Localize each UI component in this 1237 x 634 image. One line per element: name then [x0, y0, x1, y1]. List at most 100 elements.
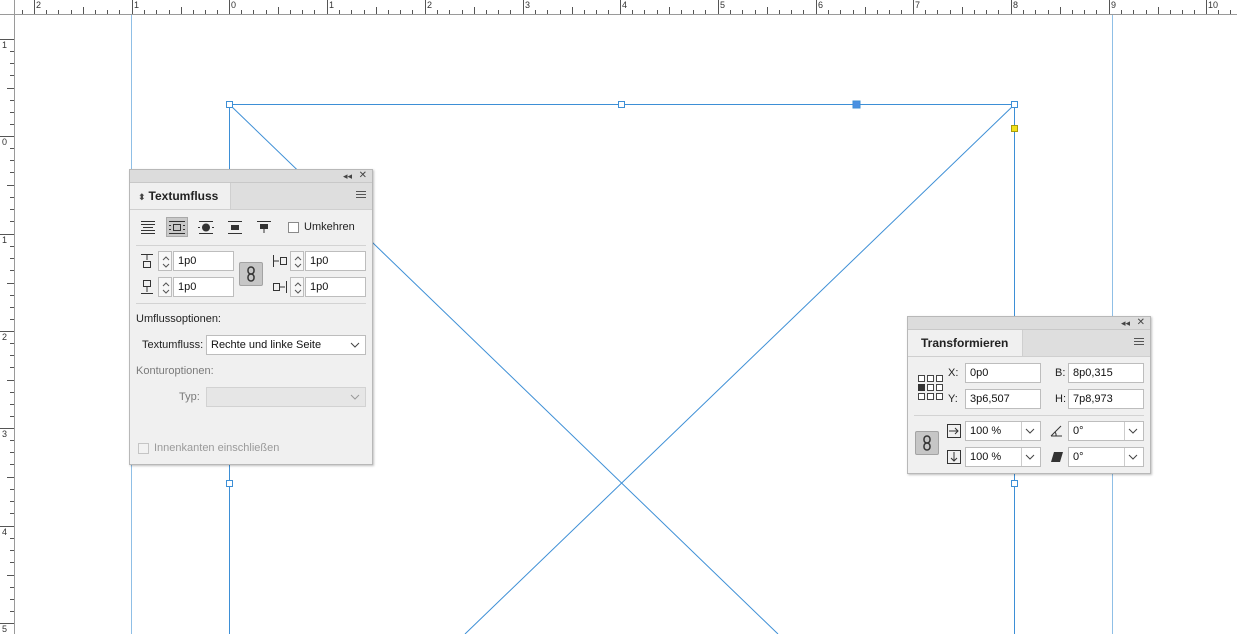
make-all-settings-same-button[interactable]: [239, 262, 263, 286]
ruler-minor-tick: [10, 513, 14, 514]
expand-collapse-icon[interactable]: ⬍: [138, 192, 146, 202]
ruler-minor-tick: [10, 307, 14, 308]
jump-to-next-column-button[interactable]: [253, 217, 275, 237]
bottom-offset-field[interactable]: 1p0: [173, 277, 234, 297]
ruler-major-tick: [1206, 0, 1207, 14]
left-offset-field[interactable]: 1p0: [305, 251, 366, 271]
right-offset-stepper[interactable]: [290, 277, 304, 297]
ruler-minor-tick: [83, 7, 84, 14]
ruler-major-tick: [327, 0, 328, 14]
type-label: Typ:: [179, 391, 200, 403]
chevron-down-icon: [350, 394, 360, 400]
double-left-arrow-icon[interactable]: ◂◂: [343, 170, 352, 182]
include-inside-edges-checkbox[interactable]: [138, 443, 149, 454]
ruler-minor-tick: [10, 75, 14, 76]
invert-checkbox[interactable]: [288, 222, 299, 233]
no-wrap-button[interactable]: [137, 217, 159, 237]
content-grabber-handle[interactable]: [852, 100, 861, 109]
ruler-minor-tick: [266, 10, 267, 14]
ruler-label: 3: [2, 429, 8, 439]
ruler-minor-tick: [1060, 7, 1061, 14]
ruler-minor-tick: [7, 380, 14, 381]
vertical-ruler[interactable]: 1 0 1 2 3 4 5: [0, 14, 15, 634]
ruler-minor-tick: [278, 7, 279, 14]
ruler-origin[interactable]: [0, 0, 15, 15]
constrain-proportions-button[interactable]: [915, 431, 939, 455]
reference-point-grid[interactable]: [918, 375, 944, 401]
jump-object-button[interactable]: [224, 217, 246, 237]
ruler-minor-tick: [840, 10, 841, 14]
panel-titlebar[interactable]: ◂◂ ✕: [130, 170, 372, 183]
ruler-minor-tick: [657, 10, 658, 14]
ruler-minor-tick: [1072, 10, 1073, 14]
ruler-label: 3: [525, 0, 531, 10]
bottom-offset-stepper[interactable]: [158, 277, 172, 297]
handle-top-left: [226, 101, 233, 108]
ruler-minor-tick: [10, 416, 14, 417]
ruler-minor-tick: [865, 7, 866, 14]
panel-titlebar[interactable]: ◂◂ ✕: [908, 317, 1150, 330]
tab-textwrap[interactable]: ⬍ Textumfluss: [130, 183, 232, 209]
top-offset-field[interactable]: 1p0: [173, 251, 234, 271]
ruler-minor-tick: [58, 10, 59, 14]
chevron-down-icon: [1025, 428, 1035, 434]
tab-transform[interactable]: Transformieren: [908, 330, 1024, 356]
wrap-around-bounding-box-button[interactable]: [166, 217, 188, 237]
height-field[interactable]: 7p8,973: [1068, 389, 1144, 409]
ruler-minor-tick: [290, 10, 291, 14]
ruler-minor-tick: [1035, 10, 1036, 14]
scale-x-dropdown[interactable]: 100 %: [965, 421, 1041, 441]
width-field[interactable]: 8p0,315: [1068, 363, 1144, 383]
live-corner-handle[interactable]: [1011, 125, 1018, 132]
ruler-minor-tick: [10, 599, 14, 600]
ruler-minor-tick: [1133, 10, 1134, 14]
ruler-minor-tick: [10, 112, 14, 113]
reference-point-icon[interactable]: [918, 375, 944, 401]
rotation-dropdown[interactable]: 0°: [1068, 421, 1144, 441]
ruler-major-tick: [425, 0, 426, 14]
close-icon[interactable]: ✕: [359, 170, 367, 182]
panel-menu-icon[interactable]: [1134, 338, 1144, 346]
left-offset-stepper[interactable]: [290, 251, 304, 271]
chevron-down-icon: [1025, 454, 1035, 460]
panel-menu-icon[interactable]: [356, 191, 366, 199]
ruler-minor-tick: [10, 100, 14, 101]
top-offset-stepper[interactable]: [158, 251, 172, 271]
include-inside-edges-label: Innenkanten einschließen: [154, 442, 280, 454]
ruler-minor-tick: [937, 10, 938, 14]
ruler-minor-tick: [560, 10, 561, 14]
ruler-label: 2: [427, 0, 433, 10]
ruler-label: 5: [720, 0, 726, 10]
scale-y-dropdown[interactable]: 100 %: [965, 447, 1041, 467]
ruler-minor-tick: [791, 10, 792, 14]
x-field[interactable]: 0p0: [965, 363, 1041, 383]
ruler-major-tick: [913, 0, 914, 14]
ruler-label: 4: [622, 0, 628, 10]
wrap-around-object-shape-button[interactable]: [195, 217, 217, 237]
ruler-minor-tick: [950, 10, 951, 14]
ruler-minor-tick: [7, 88, 14, 89]
ruler-minor-tick: [10, 538, 14, 539]
shear-dropdown[interactable]: 0°: [1068, 447, 1144, 467]
ruler-major-tick: [718, 0, 719, 14]
ruler-minor-tick: [572, 7, 573, 14]
chevron-down-icon: [1128, 454, 1138, 460]
double-left-arrow-icon[interactable]: ◂◂: [1121, 317, 1130, 329]
wrap-to-dropdown[interactable]: Rechte und linke Seite: [206, 335, 366, 355]
right-offset-field[interactable]: 1p0: [305, 277, 366, 297]
ruler-minor-tick: [535, 10, 536, 14]
contour-type-dropdown[interactable]: [206, 387, 366, 407]
ruler-minor-tick: [1230, 10, 1231, 14]
ruler-minor-tick: [10, 343, 14, 344]
shear-angle-icon: [1050, 451, 1064, 466]
y-field[interactable]: 3p6,507: [965, 389, 1041, 409]
ruler-minor-tick: [1170, 10, 1171, 14]
ruler-minor-tick: [10, 550, 14, 551]
close-icon[interactable]: ✕: [1137, 317, 1145, 329]
horizontal-ruler[interactable]: 2 1 0 1 2 3 4 5 6 7 8 9 10: [0, 0, 1237, 15]
ruler-label: 4: [2, 527, 8, 537]
ruler-minor-tick: [10, 562, 14, 563]
ruler-minor-tick: [901, 10, 902, 14]
ruler-minor-tick: [156, 10, 157, 14]
ruler-minor-tick: [10, 404, 14, 405]
